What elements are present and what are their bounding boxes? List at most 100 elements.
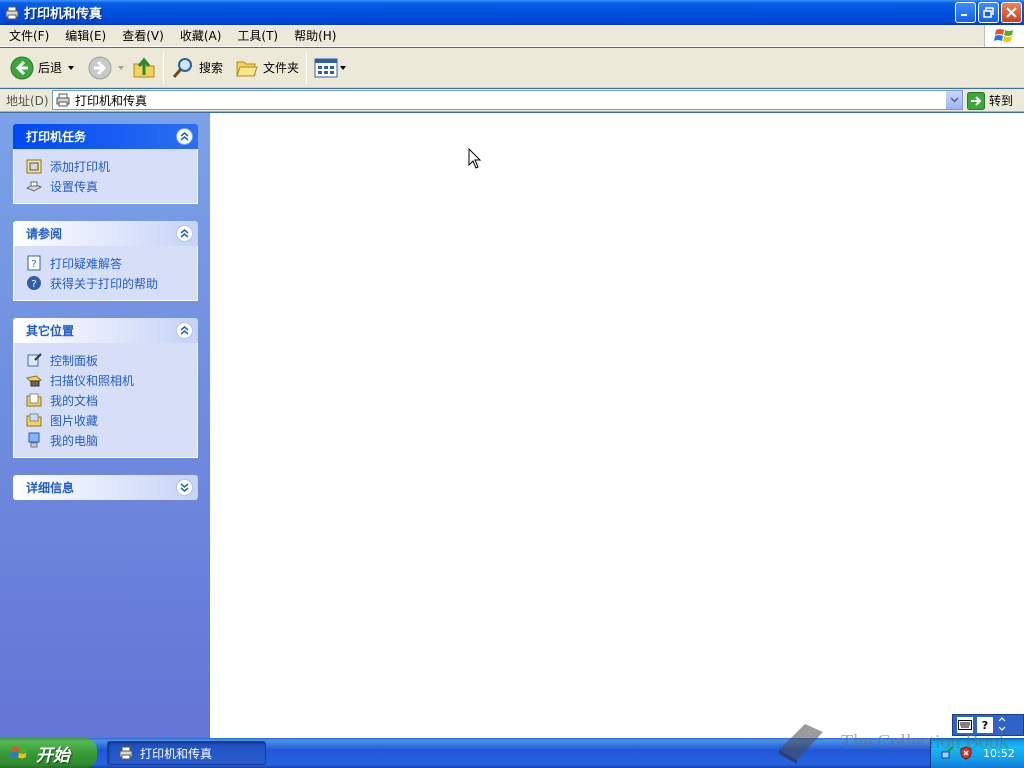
address-input[interactable]: 打印机和传真 bbox=[52, 90, 963, 110]
back-button[interactable]: 后退 bbox=[6, 51, 78, 85]
close-icon bbox=[1006, 7, 1017, 18]
window-title: 打印机和传真 bbox=[24, 7, 103, 22]
menu-bar: 文件(F) 编辑(E) 查看(V) 收藏(A) 工具(T) 帮助(H) bbox=[0, 25, 1024, 47]
task-label: 打印机和传真 bbox=[140, 746, 213, 761]
start-label: 开始 bbox=[36, 745, 70, 766]
collapse-up-icon[interactable] bbox=[176, 322, 193, 339]
address-label: 地址(D) bbox=[6, 93, 49, 108]
search-button[interactable]: 搜索 bbox=[167, 51, 227, 85]
add-printer-link[interactable]: 添加打印机 bbox=[25, 156, 197, 176]
menu-tools[interactable]: 工具(T) bbox=[229, 26, 286, 46]
svg-text:?: ? bbox=[31, 279, 36, 290]
toolbar-separator bbox=[163, 52, 165, 83]
minimize-button[interactable] bbox=[955, 2, 976, 23]
back-label: 后退 bbox=[38, 61, 63, 75]
other-places-body: 控制面板 扫描仪和照相机 我的文档 图片收藏 我的电脑 bbox=[13, 343, 198, 458]
address-dropdown-button[interactable] bbox=[945, 91, 962, 109]
go-label: 转到 bbox=[989, 94, 1014, 108]
printer-fax-icon bbox=[4, 5, 20, 21]
help-book-icon: ? bbox=[25, 255, 42, 272]
setup-fax-label: 设置传真 bbox=[50, 179, 99, 194]
my-pictures-icon bbox=[25, 412, 42, 429]
windows-flag-icon bbox=[993, 29, 1013, 42]
see-also-body: ? 打印疑难解答 ? 获得关于打印的帮助 bbox=[13, 246, 198, 301]
up-button[interactable] bbox=[128, 51, 160, 85]
expand-down-icon[interactable] bbox=[176, 479, 193, 496]
printer-tasks-body: 添加打印机 设置传真 bbox=[13, 149, 198, 204]
start-button[interactable]: 开始 bbox=[0, 738, 97, 768]
scanner-camera-icon bbox=[25, 372, 42, 389]
watermark: The Collection Book bbox=[775, 720, 1009, 764]
file-list-area[interactable] bbox=[210, 113, 1024, 738]
my-computer-link[interactable]: 我的电脑 bbox=[25, 430, 197, 450]
restore-button[interactable] bbox=[978, 2, 999, 23]
other-places-header[interactable]: 其它位置 bbox=[13, 318, 198, 343]
folders-label: 文件夹 bbox=[263, 61, 300, 75]
my-computer-icon bbox=[25, 432, 42, 449]
search-label: 搜索 bbox=[199, 61, 224, 75]
printing-help-label: 获得关于打印的帮助 bbox=[50, 276, 159, 291]
menu-file[interactable]: 文件(F) bbox=[0, 26, 57, 46]
printer-fax-icon bbox=[55, 92, 71, 108]
my-documents-link[interactable]: 我的文档 bbox=[25, 390, 197, 410]
control-panel-icon bbox=[25, 352, 42, 369]
task-pane: 打印机任务 添加打印机 设置传真 请参阅 ? 打印疑难解答 ? 获得关于打印的帮… bbox=[0, 113, 210, 738]
title-bar[interactable]: 打印机和传真 bbox=[0, 0, 1024, 25]
details-panel: 详细信息 bbox=[13, 475, 198, 500]
menu-view[interactable]: 查看(V) bbox=[114, 26, 172, 46]
forward-dropdown-icon[interactable] bbox=[118, 65, 125, 70]
back-dropdown-icon[interactable] bbox=[68, 65, 75, 70]
add-printer-icon bbox=[25, 158, 42, 175]
book-icon bbox=[779, 724, 823, 764]
toolbar: 后退 搜索 文件夹 bbox=[0, 48, 1024, 88]
views-icon bbox=[314, 58, 338, 77]
windows-logo bbox=[984, 25, 1024, 47]
windows-flag-icon bbox=[10, 746, 28, 759]
see-also-header[interactable]: 请参阅 bbox=[13, 221, 198, 246]
close-button[interactable] bbox=[1001, 2, 1022, 23]
watermark-text: The Collection Book bbox=[841, 730, 1009, 753]
my-computer-label: 我的电脑 bbox=[50, 433, 99, 448]
printing-troubleshooter-link[interactable]: ? 打印疑难解答 bbox=[25, 253, 197, 273]
toolbar-separator bbox=[306, 52, 308, 83]
my-pictures-link[interactable]: 图片收藏 bbox=[25, 410, 197, 430]
folders-button[interactable]: 文件夹 bbox=[231, 51, 303, 85]
other-places-title: 其它位置 bbox=[26, 324, 75, 338]
details-header[interactable]: 详细信息 bbox=[13, 475, 198, 500]
printing-troubleshooter-label: 打印疑难解答 bbox=[50, 256, 123, 271]
my-documents-icon bbox=[25, 392, 42, 409]
back-arrow-icon bbox=[10, 56, 34, 79]
address-bar: 地址(D) 打印机和传真 转到 bbox=[0, 89, 1024, 112]
folder-up-icon bbox=[133, 57, 155, 77]
menu-edit[interactable]: 编辑(E) bbox=[57, 26, 114, 46]
printer-tasks-title: 打印机任务 bbox=[26, 130, 87, 144]
my-pictures-label: 图片收藏 bbox=[50, 413, 99, 428]
restore-icon bbox=[983, 7, 994, 18]
go-button[interactable]: 转到 bbox=[967, 91, 1013, 110]
views-dropdown-icon[interactable] bbox=[340, 65, 347, 70]
setup-fax-link[interactable]: 设置传真 bbox=[25, 176, 197, 196]
forward-button[interactable] bbox=[84, 51, 128, 85]
printer-tasks-header[interactable]: 打印机任务 bbox=[13, 124, 198, 149]
mouse-cursor-icon bbox=[468, 147, 482, 173]
see-also-title: 请参阅 bbox=[26, 227, 63, 241]
minimize-icon bbox=[961, 14, 967, 16]
menu-help[interactable]: 帮助(H) bbox=[286, 26, 344, 46]
views-button[interactable] bbox=[310, 51, 350, 85]
see-also-panel: 请参阅 ? 打印疑难解答 ? 获得关于打印的帮助 bbox=[13, 221, 198, 301]
collapse-up-icon[interactable] bbox=[176, 225, 193, 242]
taskbar-button-printers-faxes[interactable]: 打印机和传真 bbox=[107, 741, 266, 765]
collapse-up-icon[interactable] bbox=[176, 128, 193, 145]
printer-tasks-panel: 打印机任务 添加打印机 设置传真 bbox=[13, 124, 198, 204]
chevron-down-icon bbox=[949, 97, 959, 103]
forward-arrow-icon bbox=[88, 56, 112, 79]
printing-help-link[interactable]: ? 获得关于打印的帮助 bbox=[25, 273, 197, 293]
search-icon bbox=[172, 57, 193, 78]
control-panel-label: 控制面板 bbox=[50, 353, 99, 368]
menu-favorites[interactable]: 收藏(A) bbox=[172, 26, 230, 46]
control-panel-link[interactable]: 控制面板 bbox=[25, 350, 197, 370]
other-places-panel: 其它位置 控制面板 扫描仪和照相机 我的文档 图片收藏 我的电脑 bbox=[13, 318, 198, 458]
address-value: 打印机和传真 bbox=[75, 93, 148, 108]
scanners-cameras-link[interactable]: 扫描仪和照相机 bbox=[25, 370, 197, 390]
details-title: 详细信息 bbox=[26, 481, 75, 495]
